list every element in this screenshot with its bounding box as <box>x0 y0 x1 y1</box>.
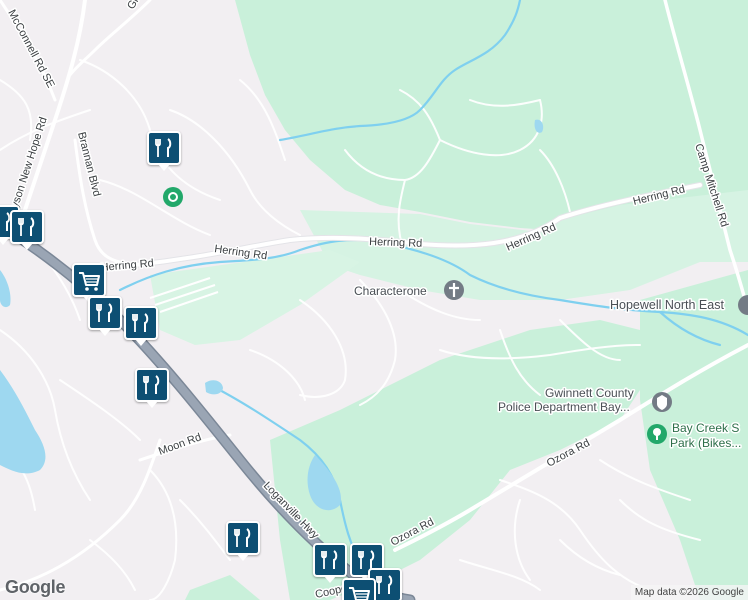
marker-restaurant-5[interactable] <box>124 306 158 346</box>
green-place-pin[interactable] <box>163 187 183 207</box>
shopping-cart-icon <box>79 272 100 291</box>
restaurant-icon <box>321 550 338 569</box>
map-canvas[interactable]: Gr McConnell Rd SE Grayson New Hope Rd B… <box>0 0 748 600</box>
marker-grocery-2[interactable] <box>342 578 376 600</box>
poi-label-characterone[interactable]: Characterone <box>353 283 429 300</box>
park-pin[interactable] <box>647 424 667 444</box>
marker-restaurant-6[interactable] <box>135 368 169 408</box>
restaurant-icon <box>132 313 149 332</box>
poi-label-police-1[interactable]: Gwinnett County <box>544 385 636 402</box>
place-of-worship-pin[interactable] <box>444 280 464 300</box>
restaurant-icon <box>96 303 113 322</box>
marker-restaurant-4[interactable] <box>88 296 122 336</box>
map-attribution[interactable]: Map data ©2026 Google <box>630 585 748 600</box>
police-pin[interactable] <box>652 392 672 412</box>
area-label-hopewell: Hopewell North East <box>610 298 724 312</box>
road-label-herring-3: Herring Rd <box>369 236 423 250</box>
marker-restaurant-7[interactable] <box>226 521 260 561</box>
marker-restaurant-8[interactable] <box>313 543 347 583</box>
poi-label-park-2[interactable]: Park (Bikes... <box>669 435 743 452</box>
restaurant-icon <box>155 138 172 157</box>
shopping-cart-icon <box>349 587 370 600</box>
poi-label-police-2[interactable]: Police Department Bay... <box>497 399 632 416</box>
poi-label-park-1[interactable]: Bay Creek S <box>671 420 741 437</box>
marker-restaurant-1[interactable] <box>147 131 181 171</box>
marker-restaurant-3[interactable] <box>10 210 44 250</box>
restaurant-icon <box>234 528 251 547</box>
marker-grocery-1[interactable] <box>72 263 106 303</box>
google-logo: Google <box>5 577 66 597</box>
restaurant-icon <box>18 217 35 236</box>
restaurant-icon <box>143 375 160 394</box>
